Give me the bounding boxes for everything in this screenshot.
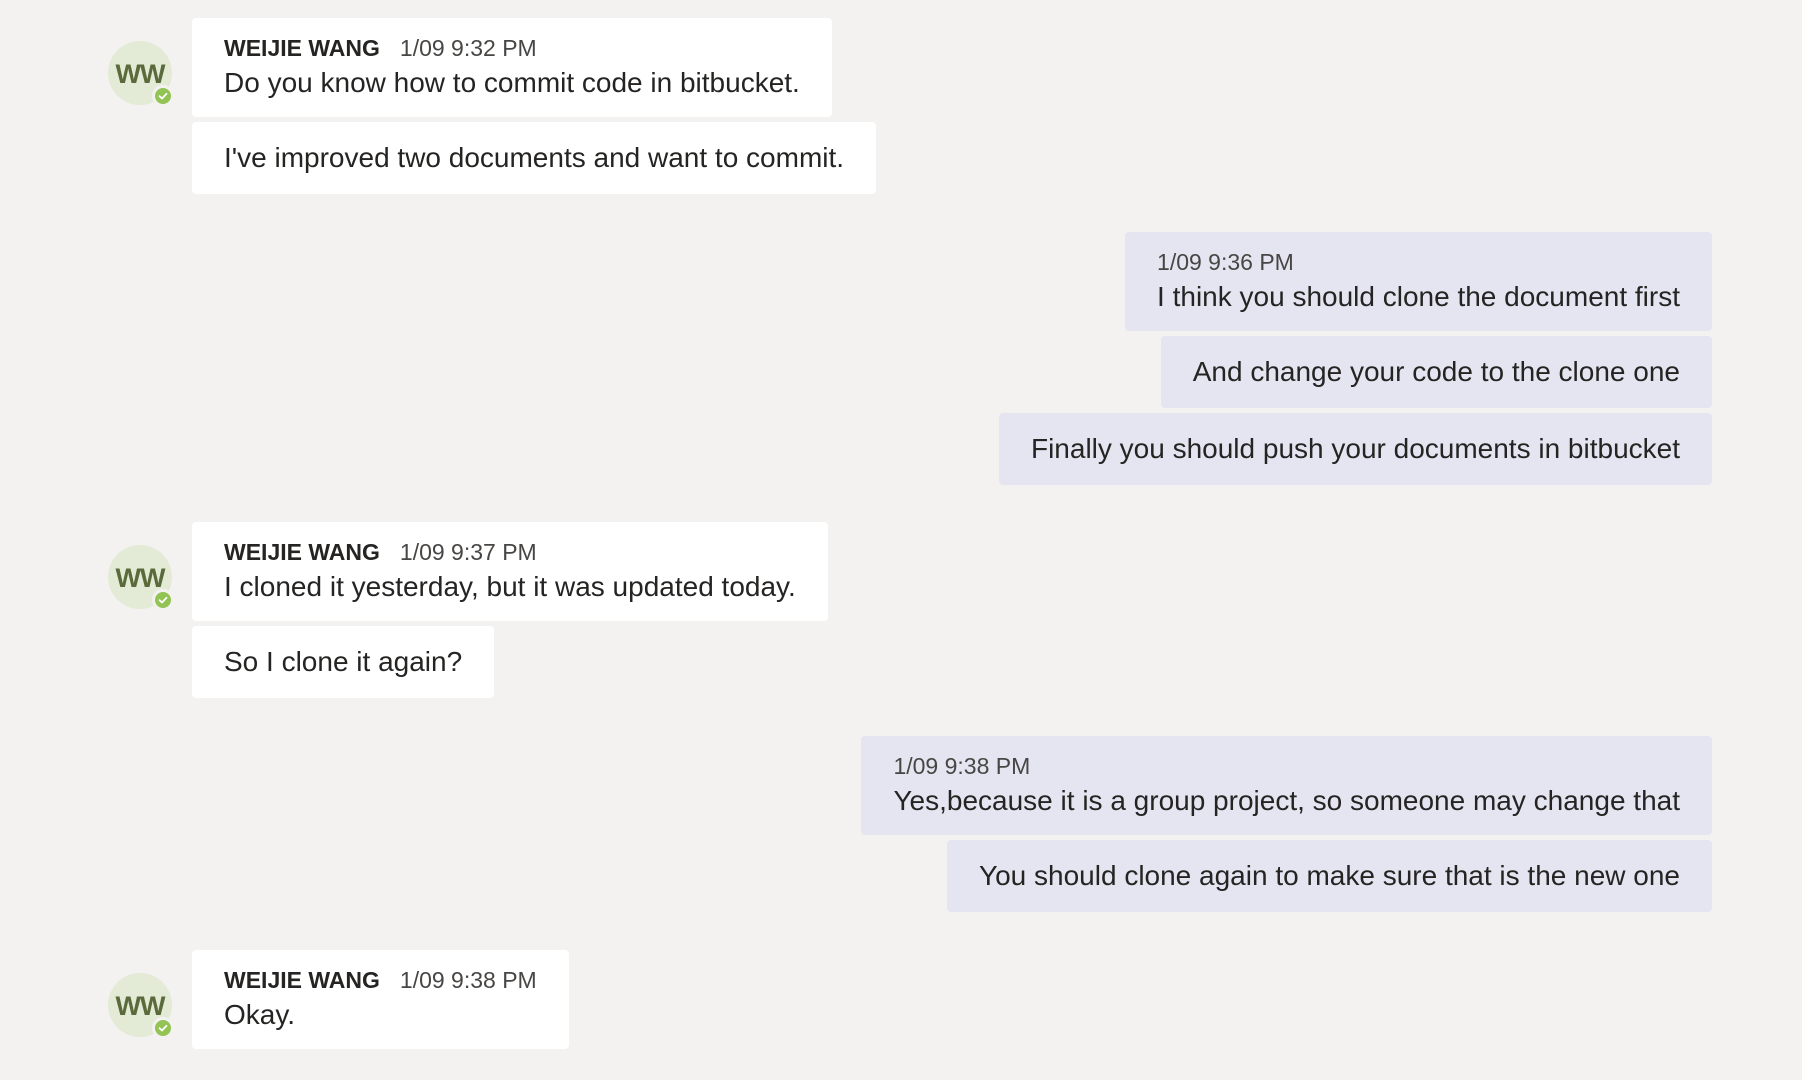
message-group-outgoing: 1/09 9:38 PM Yes,because it is a group p… [861,736,1712,917]
avatar[interactable]: WW [108,973,174,1039]
avatar[interactable]: WW [108,545,174,611]
check-icon [158,1024,168,1032]
message-bubble[interactable]: 1/09 9:38 PM Yes,because it is a group p… [861,736,1712,835]
message-group-incoming: WW WEIJIE WANG 1/09 9:37 PM I cloned it … [108,522,828,703]
message-text: And change your code to the clone one [1192,356,1680,387]
presence-available-icon [152,589,174,611]
sender-name: WEIJIE WANG [224,539,380,565]
message-text: Okay. [224,999,296,1030]
message-text: Yes,because it is a group project, so so… [893,785,1680,816]
message-bubble[interactable]: WEIJIE WANG 1/09 9:38 PM Okay. [192,950,569,1049]
message-bubble[interactable]: You should clone again to make sure that… [947,840,1712,912]
check-icon [158,596,168,604]
message-bubble[interactable]: Finally you should push your documents i… [998,413,1712,485]
message-text: I cloned it yesterday, but it was update… [224,571,796,602]
message-bubble[interactable]: So I clone it again? [192,626,495,698]
timestamp: 1/09 9:36 PM [1157,249,1294,275]
message-group-incoming: WW WEIJIE WANG 1/09 9:32 PM Do you know … [108,18,877,199]
presence-available-icon [152,1017,174,1039]
message-bubble[interactable]: WEIJIE WANG 1/09 9:32 PM Do you know how… [192,18,832,117]
timestamp: 1/09 9:32 PM [399,35,537,61]
message-bubble[interactable]: 1/09 9:36 PM I think you should clone th… [1125,232,1712,331]
message-header: WEIJIE WANG 1/09 9:32 PM [224,36,800,60]
message-text: I think you should clone the document fi… [1157,281,1680,312]
message-group-incoming: WW WEIJIE WANG 1/09 9:38 PM Okay. [108,950,569,1054]
avatar[interactable]: WW [108,41,174,107]
message-group-outgoing: 1/09 9:36 PM I think you should clone th… [998,232,1712,490]
timestamp: 1/09 9:37 PM [399,539,537,565]
sender-name: WEIJIE WANG [224,35,380,61]
avatar-initials: WW [115,562,166,593]
message-text: Finally you should push your documents i… [1030,433,1680,464]
chat-thread: WW WEIJIE WANG 1/09 9:32 PM Do you know … [0,0,1802,1080]
message-text: You should clone again to make sure that… [979,860,1680,891]
message-header: WEIJIE WANG 1/09 9:37 PM [224,540,796,564]
avatar-initials: WW [115,58,166,89]
sender-name: WEIJIE WANG [224,967,380,993]
timestamp: 1/09 9:38 PM [399,967,537,993]
check-icon [158,92,168,100]
presence-available-icon [152,85,174,107]
timestamp: 1/09 9:38 PM [893,753,1031,779]
message-header: WEIJIE WANG 1/09 9:38 PM [224,968,537,992]
message-list: WEIJIE WANG 1/09 9:38 PM Okay. [192,950,569,1054]
avatar-initials: WW [115,990,166,1021]
message-bubble[interactable]: And change your code to the clone one [1160,336,1712,408]
message-text: Do you know how to commit code in bitbuc… [224,67,800,98]
message-header: 1/09 9:38 PM [893,754,1680,778]
message-text: I've improved two documents and want to … [224,142,845,173]
message-header: 1/09 9:36 PM [1157,250,1680,274]
message-list: WEIJIE WANG 1/09 9:32 PM Do you know how… [192,18,877,199]
message-text: So I clone it again? [224,646,463,677]
message-list: WEIJIE WANG 1/09 9:37 PM I cloned it yes… [192,522,828,703]
message-bubble[interactable]: WEIJIE WANG 1/09 9:37 PM I cloned it yes… [192,522,828,621]
message-bubble[interactable]: I've improved two documents and want to … [192,122,877,194]
